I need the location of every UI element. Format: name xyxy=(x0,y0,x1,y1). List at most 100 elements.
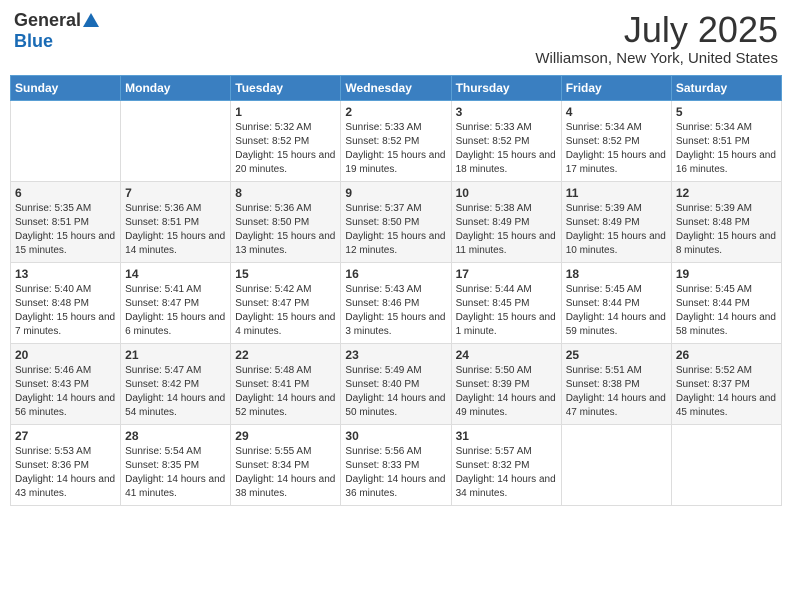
weekday-header-friday: Friday xyxy=(561,75,671,100)
calendar-cell xyxy=(121,100,231,181)
weekday-header-row: SundayMondayTuesdayWednesdayThursdayFrid… xyxy=(11,75,782,100)
day-number: 2 xyxy=(345,105,446,119)
day-info: Sunrise: 5:53 AM Sunset: 8:36 PM Dayligh… xyxy=(15,445,116,501)
day-number: 19 xyxy=(676,267,777,281)
calendar-cell: 11 Sunrise: 5:39 AM Sunset: 8:49 PM Dayli… xyxy=(561,181,671,262)
day-info: Sunrise: 5:48 AM Sunset: 8:41 PM Dayligh… xyxy=(235,364,336,420)
day-info: Sunrise: 5:41 AM Sunset: 8:47 PM Dayligh… xyxy=(125,283,226,339)
logo-triangle-icon xyxy=(83,13,99,27)
logo: General Blue xyxy=(14,10,99,52)
calendar-cell: 7 Sunrise: 5:36 AM Sunset: 8:51 PM Daylig… xyxy=(121,181,231,262)
day-info: Sunrise: 5:38 AM Sunset: 8:49 PM Dayligh… xyxy=(456,202,557,258)
calendar-week-row: 6 Sunrise: 5:35 AM Sunset: 8:51 PM Daylig… xyxy=(11,181,782,262)
weekday-header-sunday: Sunday xyxy=(11,75,121,100)
day-number: 8 xyxy=(235,186,336,200)
calendar-cell: 10 Sunrise: 5:38 AM Sunset: 8:49 PM Dayli… xyxy=(451,181,561,262)
weekday-header-thursday: Thursday xyxy=(451,75,561,100)
day-number: 7 xyxy=(125,186,226,200)
calendar-cell: 20 Sunrise: 5:46 AM Sunset: 8:43 PM Dayli… xyxy=(11,343,121,424)
day-number: 18 xyxy=(566,267,667,281)
weekday-header-saturday: Saturday xyxy=(671,75,781,100)
day-number: 10 xyxy=(456,186,557,200)
title-area: July 2025 Williamson, New York, United S… xyxy=(535,10,778,67)
day-number: 4 xyxy=(566,105,667,119)
calendar-cell: 28 Sunrise: 5:54 AM Sunset: 8:35 PM Dayli… xyxy=(121,424,231,505)
month-title: July 2025 xyxy=(535,10,778,50)
day-number: 23 xyxy=(345,348,446,362)
weekday-header-wednesday: Wednesday xyxy=(341,75,451,100)
calendar-cell: 30 Sunrise: 5:56 AM Sunset: 8:33 PM Dayli… xyxy=(341,424,451,505)
calendar-cell xyxy=(11,100,121,181)
day-number: 22 xyxy=(235,348,336,362)
calendar-cell: 8Sunrise: 5:36 AM Sunset: 8:50 PM Daylig… xyxy=(231,181,341,262)
day-info: Sunrise: 5:32 AM Sunset: 8:52 PM Dayligh… xyxy=(235,121,336,177)
calendar-week-row: 27 Sunrise: 5:53 AM Sunset: 8:36 PM Dayli… xyxy=(11,424,782,505)
page-header: General Blue July 2025 Williamson, New Y… xyxy=(10,10,782,67)
day-info: Sunrise: 5:39 AM Sunset: 8:48 PM Dayligh… xyxy=(676,202,777,258)
calendar-cell: 5Sunrise: 5:34 AM Sunset: 8:51 PM Daylig… xyxy=(671,100,781,181)
calendar-cell: 9Sunrise: 5:37 AM Sunset: 8:50 PM Daylig… xyxy=(341,181,451,262)
day-number: 26 xyxy=(676,348,777,362)
day-info: Sunrise: 5:46 AM Sunset: 8:43 PM Dayligh… xyxy=(15,364,116,420)
calendar-cell: 14 Sunrise: 5:41 AM Sunset: 8:47 PM Dayli… xyxy=(121,262,231,343)
day-number: 25 xyxy=(566,348,667,362)
day-info: Sunrise: 5:43 AM Sunset: 8:46 PM Dayligh… xyxy=(345,283,446,339)
calendar-week-row: 20 Sunrise: 5:46 AM Sunset: 8:43 PM Dayli… xyxy=(11,343,782,424)
calendar-cell: 18 Sunrise: 5:45 AM Sunset: 8:44 PM Dayli… xyxy=(561,262,671,343)
day-info: Sunrise: 5:51 AM Sunset: 8:38 PM Dayligh… xyxy=(566,364,667,420)
day-number: 20 xyxy=(15,348,116,362)
logo-blue-text: Blue xyxy=(14,31,53,52)
calendar-cell: 6 Sunrise: 5:35 AM Sunset: 8:51 PM Daylig… xyxy=(11,181,121,262)
day-info: Sunrise: 5:45 AM Sunset: 8:44 PM Dayligh… xyxy=(566,283,667,339)
calendar-cell: 2 Sunrise: 5:33 AM Sunset: 8:52 PM Daylig… xyxy=(341,100,451,181)
calendar-table: SundayMondayTuesdayWednesdayThursdayFrid… xyxy=(10,75,782,506)
day-number: 16 xyxy=(345,267,446,281)
day-number: 12 xyxy=(676,186,777,200)
weekday-header-monday: Monday xyxy=(121,75,231,100)
calendar-week-row: 1 Sunrise: 5:32 AM Sunset: 8:52 PM Daylig… xyxy=(11,100,782,181)
calendar-cell: 23 Sunrise: 5:49 AM Sunset: 8:40 PM Dayli… xyxy=(341,343,451,424)
day-info: Sunrise: 5:44 AM Sunset: 8:45 PM Dayligh… xyxy=(456,283,557,339)
day-number: 31 xyxy=(456,429,557,443)
day-info: Sunrise: 5:42 AM Sunset: 8:47 PM Dayligh… xyxy=(235,283,336,339)
day-info: Sunrise: 5:37 AM Sunset: 8:50 PM Dayligh… xyxy=(345,202,446,258)
day-number: 27 xyxy=(15,429,116,443)
day-number: 21 xyxy=(125,348,226,362)
calendar-cell xyxy=(671,424,781,505)
day-info: Sunrise: 5:40 AM Sunset: 8:48 PM Dayligh… xyxy=(15,283,116,339)
calendar-cell: 3Sunrise: 5:33 AM Sunset: 8:52 PM Daylig… xyxy=(451,100,561,181)
day-number: 6 xyxy=(15,186,116,200)
day-info: Sunrise: 5:56 AM Sunset: 8:33 PM Dayligh… xyxy=(345,445,446,501)
calendar-cell: 22 Sunrise: 5:48 AM Sunset: 8:41 PM Dayli… xyxy=(231,343,341,424)
calendar-cell: 12 Sunrise: 5:39 AM Sunset: 8:48 PM Dayli… xyxy=(671,181,781,262)
calendar-cell: 26 Sunrise: 5:52 AM Sunset: 8:37 PM Dayli… xyxy=(671,343,781,424)
day-number: 11 xyxy=(566,186,667,200)
calendar-cell: 15 Sunrise: 5:42 AM Sunset: 8:47 PM Dayli… xyxy=(231,262,341,343)
day-info: Sunrise: 5:52 AM Sunset: 8:37 PM Dayligh… xyxy=(676,364,777,420)
day-info: Sunrise: 5:35 AM Sunset: 8:51 PM Dayligh… xyxy=(15,202,116,258)
day-number: 5 xyxy=(676,105,777,119)
day-info: Sunrise: 5:39 AM Sunset: 8:49 PM Dayligh… xyxy=(566,202,667,258)
day-info: Sunrise: 5:36 AM Sunset: 8:51 PM Dayligh… xyxy=(125,202,226,258)
calendar-cell xyxy=(561,424,671,505)
calendar-cell: 27 Sunrise: 5:53 AM Sunset: 8:36 PM Dayli… xyxy=(11,424,121,505)
day-info: Sunrise: 5:33 AM Sunset: 8:52 PM Dayligh… xyxy=(345,121,446,177)
day-info: Sunrise: 5:57 AM Sunset: 8:32 PM Dayligh… xyxy=(456,445,557,501)
day-number: 13 xyxy=(15,267,116,281)
day-number: 1 xyxy=(235,105,336,119)
calendar-cell: 4 Sunrise: 5:34 AM Sunset: 8:52 PM Daylig… xyxy=(561,100,671,181)
day-info: Sunrise: 5:54 AM Sunset: 8:35 PM Dayligh… xyxy=(125,445,226,501)
day-number: 30 xyxy=(345,429,446,443)
calendar-cell: 21Sunrise: 5:47 AM Sunset: 8:42 PM Dayli… xyxy=(121,343,231,424)
calendar-cell: 17Sunrise: 5:44 AM Sunset: 8:45 PM Dayli… xyxy=(451,262,561,343)
calendar-cell: 1 Sunrise: 5:32 AM Sunset: 8:52 PM Daylig… xyxy=(231,100,341,181)
calendar-week-row: 13 Sunrise: 5:40 AM Sunset: 8:48 PM Dayli… xyxy=(11,262,782,343)
day-number: 15 xyxy=(235,267,336,281)
calendar-cell: 31 Sunrise: 5:57 AM Sunset: 8:32 PM Dayli… xyxy=(451,424,561,505)
day-info: Sunrise: 5:34 AM Sunset: 8:52 PM Dayligh… xyxy=(566,121,667,177)
day-info: Sunrise: 5:49 AM Sunset: 8:40 PM Dayligh… xyxy=(345,364,446,420)
day-number: 3 xyxy=(456,105,557,119)
day-number: 14 xyxy=(125,267,226,281)
day-number: 28 xyxy=(125,429,226,443)
calendar-cell: 13 Sunrise: 5:40 AM Sunset: 8:48 PM Dayli… xyxy=(11,262,121,343)
